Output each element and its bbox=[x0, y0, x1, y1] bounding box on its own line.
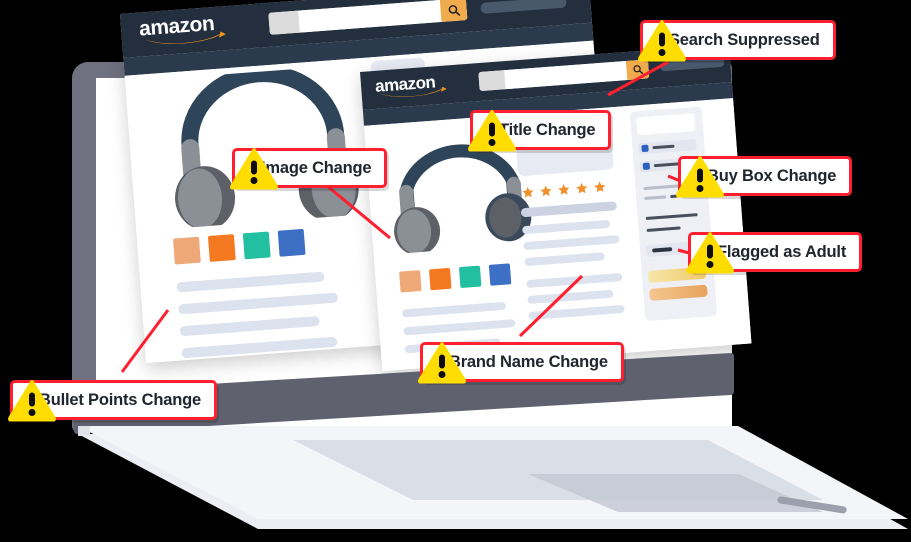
search-button-front[interactable] bbox=[625, 59, 650, 80]
bullet-line-front-2 bbox=[403, 319, 516, 336]
star-icon-3 bbox=[558, 184, 570, 195]
search-button-rear[interactable] bbox=[439, 0, 468, 22]
price-line-front bbox=[520, 201, 618, 218]
color-swatches-rear[interactable] bbox=[172, 228, 306, 265]
buy-box-price bbox=[636, 113, 696, 136]
radio-icon-1[interactable] bbox=[641, 144, 649, 153]
callout-flagged-as-adult[interactable]: Flagged as Adult bbox=[686, 231, 863, 274]
callout-buy-box-change[interactable]: Buy Box Change bbox=[676, 155, 853, 198]
swatch-peach[interactable] bbox=[172, 236, 201, 265]
desc-line-front-5 bbox=[527, 289, 614, 305]
quantity-selector-label bbox=[652, 247, 673, 253]
swatch-peach-front[interactable] bbox=[399, 270, 422, 293]
account-pill-rear[interactable] bbox=[480, 0, 567, 14]
warning-triangle-icon bbox=[676, 155, 724, 198]
swatch-blue[interactable] bbox=[277, 228, 306, 257]
radio-icon-2[interactable] bbox=[642, 162, 651, 171]
star-icon-1 bbox=[522, 186, 534, 198]
bullet-line-rear-2 bbox=[177, 292, 339, 315]
browser-window-front[interactable]: amazon bbox=[360, 44, 752, 372]
desc-line-front-6 bbox=[528, 304, 625, 321]
desc-line-front-1 bbox=[522, 219, 611, 235]
warning-triangle-icon bbox=[686, 231, 734, 274]
rating-stars[interactable] bbox=[521, 180, 607, 199]
desc-line-front-3 bbox=[524, 252, 605, 267]
search-input-front[interactable] bbox=[504, 61, 628, 90]
swatch-orange-front[interactable] bbox=[428, 267, 452, 291]
search-bar-front[interactable] bbox=[478, 59, 650, 92]
desc-line-front-4 bbox=[526, 272, 623, 289]
desc-line-front-2 bbox=[523, 235, 620, 251]
callout-brand-name-change[interactable]: Brand Name Change bbox=[418, 341, 624, 384]
amazon-logo-front: amazon bbox=[374, 70, 454, 102]
magnifier-icon-front bbox=[632, 65, 643, 75]
warning-triangle-icon bbox=[230, 147, 278, 190]
buy-now-button[interactable] bbox=[649, 284, 708, 301]
star-icon-4 bbox=[576, 182, 588, 194]
callout-image-change[interactable]: Image Change bbox=[230, 147, 388, 190]
buy-box[interactable] bbox=[629, 106, 718, 322]
warning-triangle-icon bbox=[418, 341, 466, 384]
buy-box-option-1[interactable] bbox=[638, 138, 697, 155]
color-swatches-front[interactable] bbox=[399, 263, 512, 293]
swatch-teal-front[interactable] bbox=[458, 265, 482, 289]
buy-box-option-1-label bbox=[652, 144, 675, 150]
search-bar-rear[interactable] bbox=[268, 0, 468, 35]
swatch-blue-front[interactable] bbox=[488, 263, 512, 286]
buy-box-info-2 bbox=[644, 195, 667, 201]
warning-triangle-icon bbox=[638, 19, 686, 62]
magnifier-icon bbox=[448, 4, 460, 16]
star-icon-2 bbox=[540, 185, 552, 197]
callout-search-suppressed[interactable]: Search Suppressed bbox=[638, 19, 836, 62]
amazon-logo-rear: amazon bbox=[138, 12, 234, 49]
laptop-base bbox=[78, 404, 908, 534]
warning-triangle-icon bbox=[468, 109, 516, 152]
bullet-line-rear-1 bbox=[176, 271, 325, 293]
swatch-teal[interactable] bbox=[242, 231, 271, 260]
bullet-line-front-1 bbox=[401, 301, 507, 318]
search-category-dropdown[interactable] bbox=[268, 10, 300, 35]
star-icon-5 bbox=[594, 181, 606, 193]
callout-bullet-points-change[interactable]: Bullet Points Change bbox=[8, 379, 217, 422]
buy-box-info-4 bbox=[645, 213, 698, 220]
bullet-line-rear-3 bbox=[179, 315, 320, 337]
illustration-stage: amazon amazon Search Suppressed Title Ch… bbox=[0, 0, 911, 542]
warning-triangle-icon bbox=[8, 379, 56, 422]
buy-box-info-5 bbox=[646, 226, 681, 232]
search-category-dropdown-front[interactable] bbox=[478, 70, 506, 92]
browser-body-front: amazon bbox=[360, 44, 752, 372]
swatch-orange[interactable] bbox=[207, 234, 236, 262]
callout-title-change[interactable]: Title Change bbox=[468, 109, 612, 152]
search-input-rear[interactable] bbox=[298, 0, 442, 33]
